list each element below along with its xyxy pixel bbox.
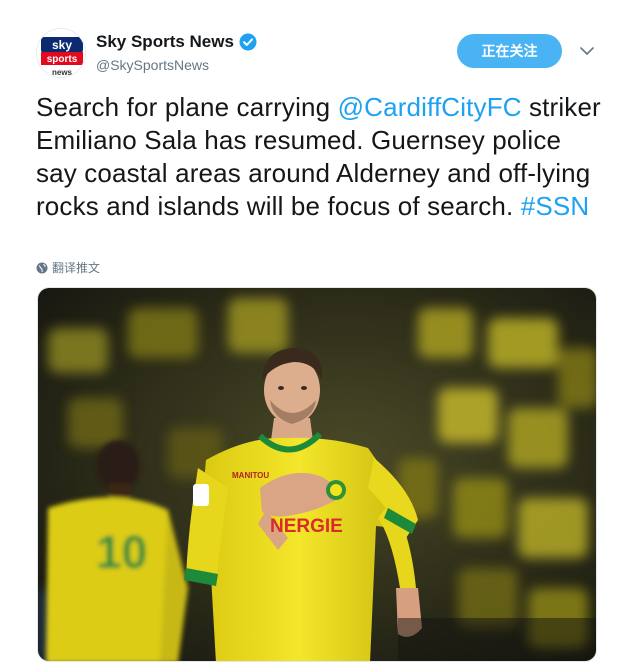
hashtag-link[interactable]: #SSN bbox=[521, 191, 590, 221]
back-number: 10 bbox=[96, 526, 147, 578]
avatar[interactable]: sky sports news bbox=[36, 28, 86, 78]
display-name[interactable]: Sky Sports News bbox=[96, 32, 234, 52]
logo-line1: sky bbox=[52, 38, 72, 52]
shirt-maker: MANITOU bbox=[232, 471, 269, 480]
name-row: Sky Sports News bbox=[96, 32, 257, 52]
chevron-down-icon[interactable] bbox=[578, 44, 596, 58]
tweet-text: Search for plane carrying @CardiffCityFC… bbox=[36, 91, 606, 223]
translate-tweet-link[interactable]: 翻译推文 bbox=[36, 259, 100, 276]
user-handle[interactable]: @SkySportsNews bbox=[96, 57, 257, 73]
tweet-text-part-1: Search for plane carrying bbox=[36, 92, 338, 122]
author-block[interactable]: Sky Sports News @SkySportsNews bbox=[96, 32, 257, 73]
globe-icon bbox=[36, 262, 48, 274]
verified-badge-icon bbox=[239, 33, 257, 51]
tweet-card: sky sports news Sky Sports News @SkySpor… bbox=[0, 0, 628, 672]
logo-line3: news bbox=[52, 68, 73, 77]
following-button[interactable]: 正在关注 bbox=[457, 34, 562, 68]
football-player-photo: 10 NERGIE MANITOU bbox=[38, 288, 596, 661]
shirt-sponsor: NERGIE bbox=[270, 516, 343, 537]
logo-line2: sports bbox=[47, 54, 78, 65]
translate-label: 翻译推文 bbox=[52, 261, 101, 275]
sky-sports-news-logo: sky sports news bbox=[37, 29, 85, 77]
tweet-photo[interactable]: 10 NERGIE MANITOU bbox=[37, 287, 597, 662]
mention-link[interactable]: @CardiffCityFC bbox=[338, 92, 522, 122]
